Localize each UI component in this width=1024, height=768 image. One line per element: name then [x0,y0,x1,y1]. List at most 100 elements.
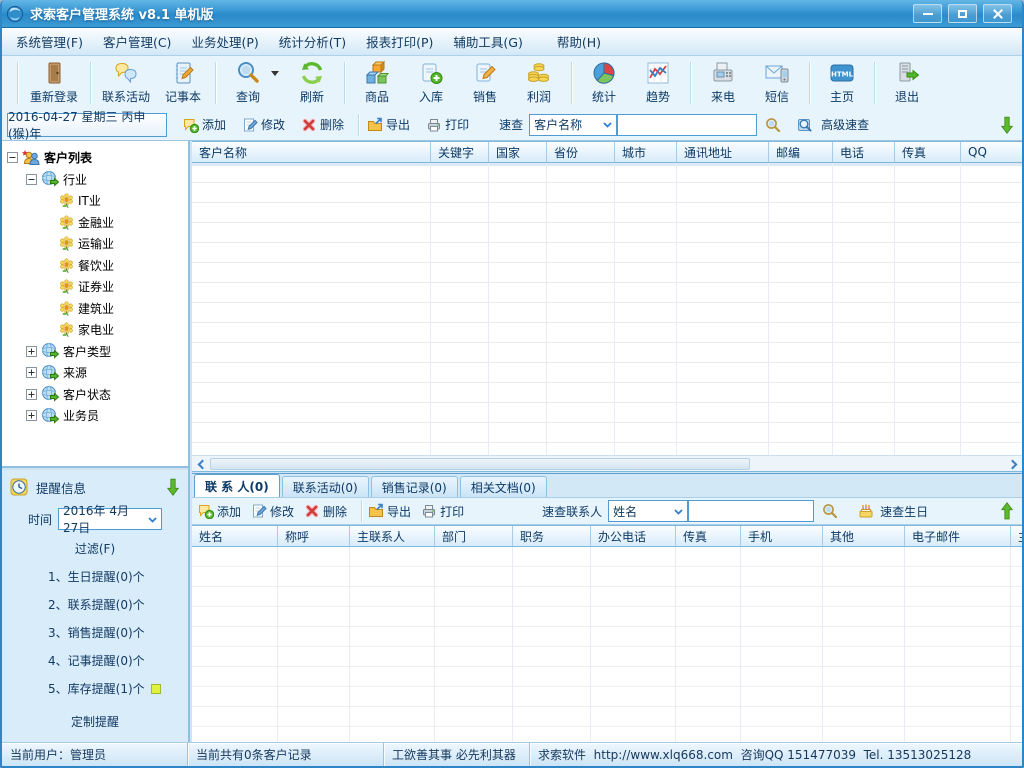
tree-node-construction[interactable]: 建筑业 [7,298,188,320]
search-go-button[interactable] [765,117,781,133]
custom-reminder-button[interactable]: 定制提醒 [2,713,188,730]
menu-business[interactable]: 业务处理(P) [191,32,258,51]
column-header[interactable]: 称呼 [277,526,349,546]
exit-button[interactable]: 退出 [880,59,934,107]
tree-node-source[interactable]: 来源 [7,362,188,384]
tree-node-transport[interactable]: 运输业 [7,233,188,255]
column-header[interactable]: QQ [960,142,1022,162]
goods-button[interactable]: 商品 [350,59,404,107]
horizontal-scrollbar[interactable] [192,455,1022,472]
contact-search-input[interactable] [688,500,814,522]
column-header[interactable]: 传真 [675,526,740,546]
column-header[interactable]: 电话 [832,142,894,162]
tree-node-salesman[interactable]: 业务员 [7,405,188,427]
tree-node-customer-list[interactable]: 客户列表 [7,147,188,169]
search-dropdown-caret-icon[interactable] [271,71,279,76]
reminder-date-select[interactable]: 2016年 4月27日 [58,508,162,530]
edit-customer-button[interactable]: 修改 [242,116,285,133]
plus-box-icon[interactable] [26,346,37,357]
tree-node-industry[interactable]: 行业 [7,169,188,191]
tree-node-securities[interactable]: 证券业 [7,276,188,298]
column-header[interactable]: 手机 [740,526,822,546]
birthday-search-label[interactable]: 速查生日 [880,503,928,520]
tree-node-finance[interactable]: 金融业 [7,212,188,234]
sales-button[interactable]: 销售 [458,59,512,107]
green-down-arrow-icon[interactable] [1000,114,1014,136]
column-header[interactable]: 传真 [894,142,960,162]
reminder-item-inventory[interactable]: 5、库存提醒(1)个 [48,680,188,697]
tab-contacts[interactable]: 联 系 人(0) [194,474,280,497]
advanced-search-button[interactable] [797,117,813,133]
export-button[interactable]: 导出 [367,116,410,133]
tab-contact-activity[interactable]: 联系活动(0) [282,476,369,497]
column-header[interactable]: 通讯地址 [676,142,768,162]
menu-customer[interactable]: 客户管理(C) [103,32,171,51]
menu-help[interactable]: 帮助(H) [557,32,601,51]
incoming-call-button[interactable]: 来电 [696,59,750,107]
refresh-button[interactable]: 刷新 [285,59,339,107]
column-header[interactable]: 电子邮件 [904,526,1010,546]
column-header[interactable]: 其他 [822,526,904,546]
minimize-button[interactable] [913,4,942,23]
print-contacts-button[interactable]: 打印 [421,503,464,520]
column-header[interactable]: 办公电话 [590,526,675,546]
contact-search-go-button[interactable] [822,503,838,519]
green-up-arrow-icon[interactable] [1000,500,1014,522]
search-field-select[interactable]: 客户名称 [529,114,617,136]
birthday-search-button[interactable] [858,503,874,519]
column-header[interactable]: 客户名称 [192,142,430,162]
reminder-item-contact[interactable]: 2、联系提醒(0)个 [48,596,188,613]
column-header[interactable]: 姓名 [192,526,277,546]
tab-related-docs[interactable]: 相关文档(0) [460,476,547,497]
quick-search-input[interactable] [617,114,757,136]
tree-node-appliance[interactable]: 家电业 [7,319,188,341]
print-button[interactable]: 打印 [426,116,469,133]
add-contact-button[interactable]: 添加 [198,503,241,520]
tree-node-it[interactable]: IT业 [7,190,188,212]
edit-contact-button[interactable]: 修改 [251,503,294,520]
scroll-right-icon[interactable] [1004,457,1020,471]
menu-statistics[interactable]: 统计分析(T) [279,32,346,51]
relogin-button[interactable]: 重新登录 [23,59,85,107]
sms-button[interactable]: 短信 [750,59,804,107]
minus-box-icon[interactable] [26,174,37,185]
notebook-button[interactable]: 记事本 [156,59,210,107]
delete-customer-button[interactable]: 删除 [301,116,344,133]
advanced-search-label[interactable]: 高级速查 [821,116,869,133]
tree-node-catering[interactable]: 餐饮业 [7,255,188,277]
column-header[interactable]: 职务 [512,526,590,546]
tab-sales-records[interactable]: 销售记录(0) [371,476,458,497]
contact-activity-button[interactable]: 联系活动 [96,59,156,107]
tree-node-status[interactable]: 客户状态 [7,384,188,406]
column-header[interactable]: 关键字 [430,142,488,162]
filter-button[interactable]: 过滤(F) [2,540,188,557]
contact-table-body[interactable] [192,547,1022,743]
query-button[interactable]: 查询 [221,59,275,107]
plus-box-icon[interactable] [26,410,37,421]
delete-contact-button[interactable]: 删除 [304,503,347,520]
column-header[interactable]: 主页 [1010,526,1022,546]
plus-box-icon[interactable] [26,389,37,400]
column-header[interactable]: 邮编 [768,142,832,162]
column-header[interactable]: 部门 [434,526,512,546]
customer-table-body[interactable] [192,163,1022,455]
profit-button[interactable]: 利润 [512,59,566,107]
menu-tools[interactable]: 辅助工具(G) [453,32,522,51]
column-header[interactable]: 主联系人 [349,526,434,546]
maximize-button[interactable] [948,4,977,23]
contact-field-select[interactable]: 姓名 [608,500,688,522]
menu-report-print[interactable]: 报表打印(P) [366,32,433,51]
column-header[interactable]: 国家 [488,142,546,162]
scroll-left-icon[interactable] [194,457,210,471]
export-contacts-button[interactable]: 导出 [368,503,411,520]
scroll-thumb[interactable] [210,458,750,470]
tree-node-customer-type[interactable]: 客户类型 [7,341,188,363]
stock-in-button[interactable]: 入库 [404,59,458,107]
add-customer-button[interactable]: 添加 [183,116,226,133]
reminder-item-birthday[interactable]: 1、生日提醒(0)个 [48,568,188,585]
trend-button[interactable]: 趋势 [631,59,685,107]
menu-system[interactable]: 系统管理(F) [16,32,83,51]
homepage-button[interactable]: 主页 [815,59,869,107]
plus-box-icon[interactable] [26,367,37,378]
green-down-arrow-icon[interactable] [166,476,180,498]
